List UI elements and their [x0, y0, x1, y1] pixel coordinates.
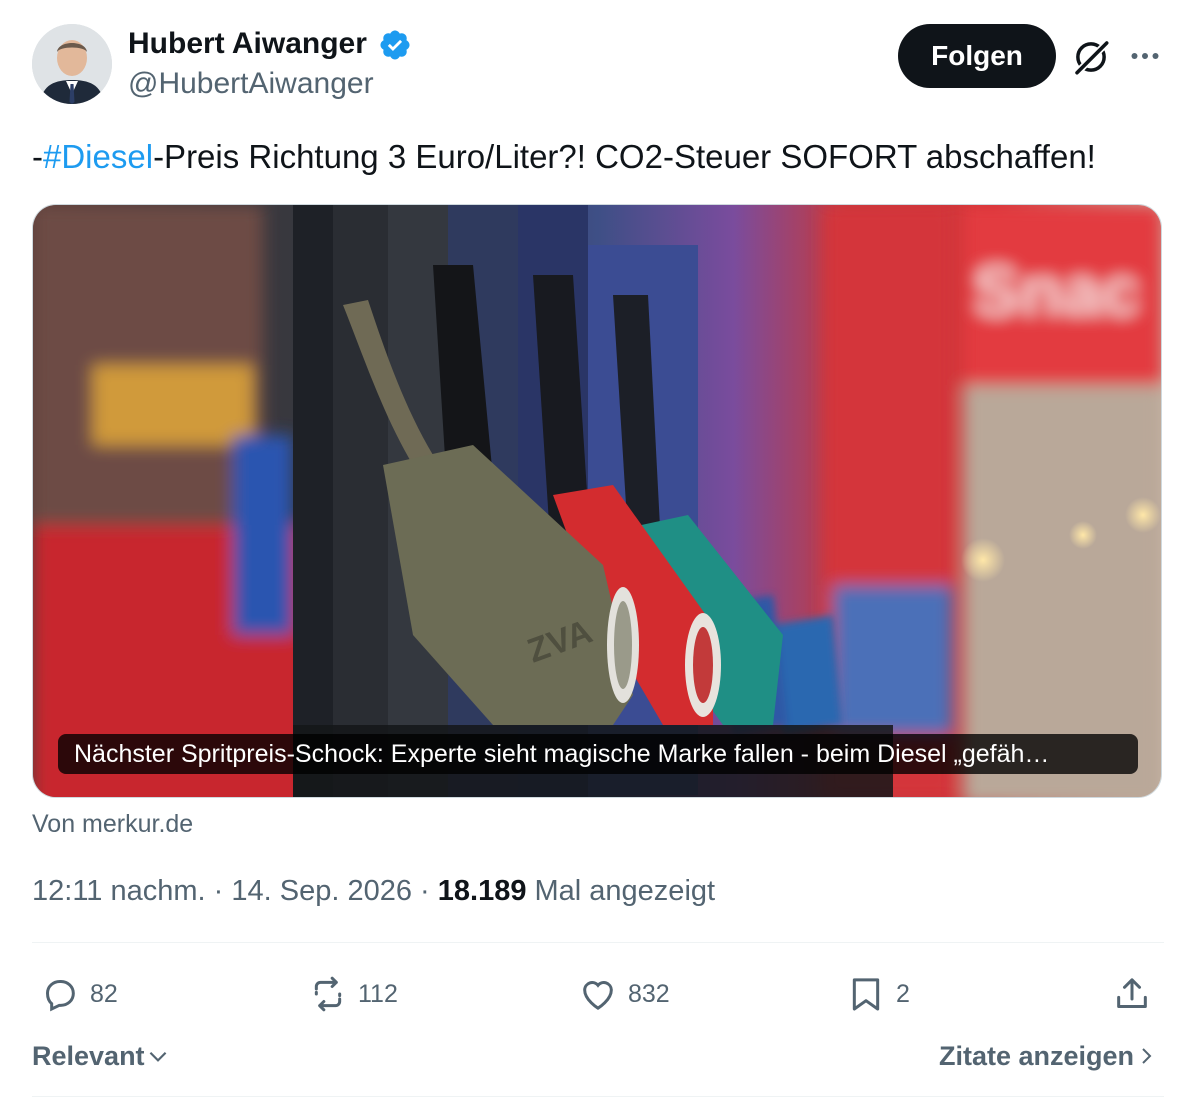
card-image: Snac ZVA — [33, 205, 1161, 797]
grok-icon[interactable] — [1070, 36, 1112, 78]
hashtag-link[interactable]: #Diesel — [43, 138, 153, 175]
card-caption: Nächster Spritpreis-Schock: Experte sieh… — [58, 734, 1138, 774]
tweet-body: -Preis Richtung 3 Euro/Liter?! CO2-Steue… — [153, 138, 1096, 175]
bookmark-icon — [852, 978, 880, 1011]
meta-separator: · — [205, 875, 232, 907]
sort-dropdown[interactable]: Relevant — [32, 1038, 171, 1074]
reply-button[interactable]: 82 — [40, 970, 118, 1018]
view-count-label: Mal angezeigt — [526, 875, 716, 907]
quotes-label: Zitate anzeigen — [938, 1041, 1134, 1071]
divider — [32, 1096, 1164, 1097]
tweet-text: -#Diesel-Preis Richtung 3 Euro/Liter?! C… — [32, 136, 1096, 178]
chevron-down-icon — [149, 1051, 166, 1062]
view-quotes-link[interactable]: Zitate anzeigen — [939, 1038, 1158, 1074]
meta-separator: · — [411, 875, 438, 907]
heart-icon — [583, 981, 613, 1010]
link-card[interactable]: Snac ZVA — [32, 204, 1162, 798]
repost-count: 112 — [358, 979, 398, 1008]
view-count: 18.189 — [437, 875, 527, 907]
share-icon — [1117, 978, 1147, 1008]
divider — [32, 942, 1164, 943]
reply-icon — [45, 980, 75, 1012]
chevron-right-icon — [1142, 1048, 1152, 1064]
follow-button[interactable]: Folgen — [898, 24, 1056, 88]
svg-text:Snac: Snac — [973, 252, 1140, 330]
more-icon[interactable] — [1124, 38, 1166, 74]
author-handle[interactable]: @HubertAiwanger — [128, 66, 374, 102]
card-source[interactable]: Von merkur.de — [32, 808, 193, 840]
sort-label: Relevant — [32, 1041, 145, 1071]
bookmark-count: 2 — [896, 979, 910, 1008]
like-count: 832 — [628, 979, 670, 1008]
tweet-time[interactable]: 12:11 nachm. — [32, 875, 206, 907]
tweet-date[interactable]: 14. Sep. 2026 — [231, 875, 412, 907]
reply-count: 82 — [90, 979, 118, 1008]
bookmark-button[interactable]: 2 — [846, 970, 910, 1018]
tweet-prefix: - — [32, 138, 43, 175]
tweet-meta: 12:11 nachm. · 14. Sep. 2026 · 18.189 Ma… — [32, 872, 715, 910]
avatar-image — [32, 24, 112, 104]
author-name[interactable]: Hubert Aiwanger — [128, 26, 367, 62]
repost-button[interactable]: 112 — [308, 970, 398, 1018]
verified-badge-icon — [380, 30, 410, 60]
like-button[interactable]: 832 — [578, 970, 670, 1018]
share-button[interactable] — [1112, 970, 1162, 1018]
avatar[interactable] — [32, 24, 112, 104]
repost-icon — [314, 976, 342, 1012]
